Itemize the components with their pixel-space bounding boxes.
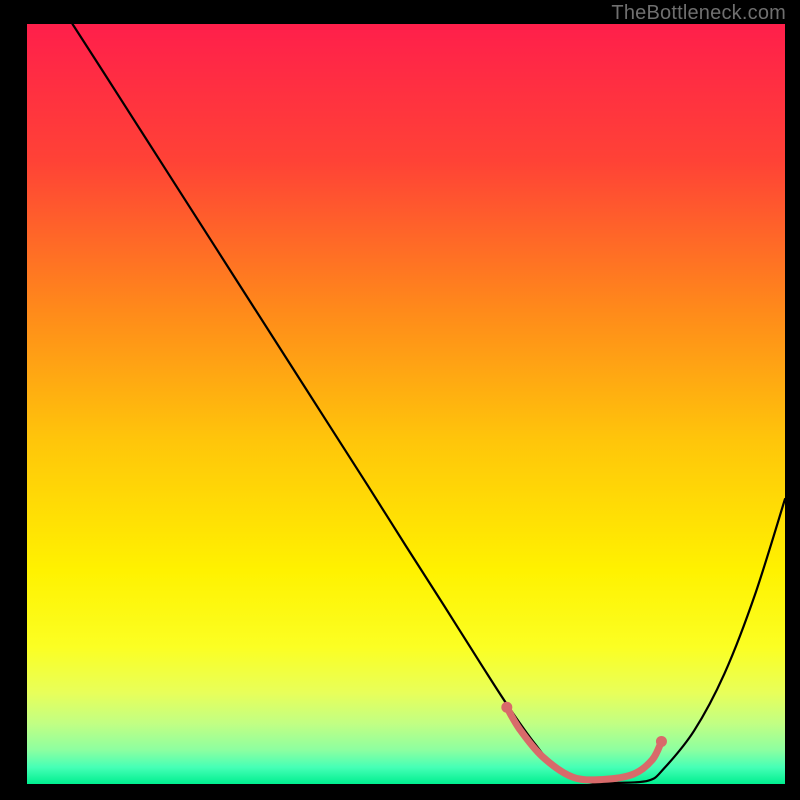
- watermark-text: TheBottleneck.com: [611, 2, 786, 25]
- optimal-range-endpoint: [656, 736, 667, 747]
- chart-canvas: [27, 24, 785, 784]
- chart-plot-area: [27, 24, 785, 784]
- optimal-range-endpoint: [501, 702, 512, 713]
- gradient-background: [27, 24, 785, 784]
